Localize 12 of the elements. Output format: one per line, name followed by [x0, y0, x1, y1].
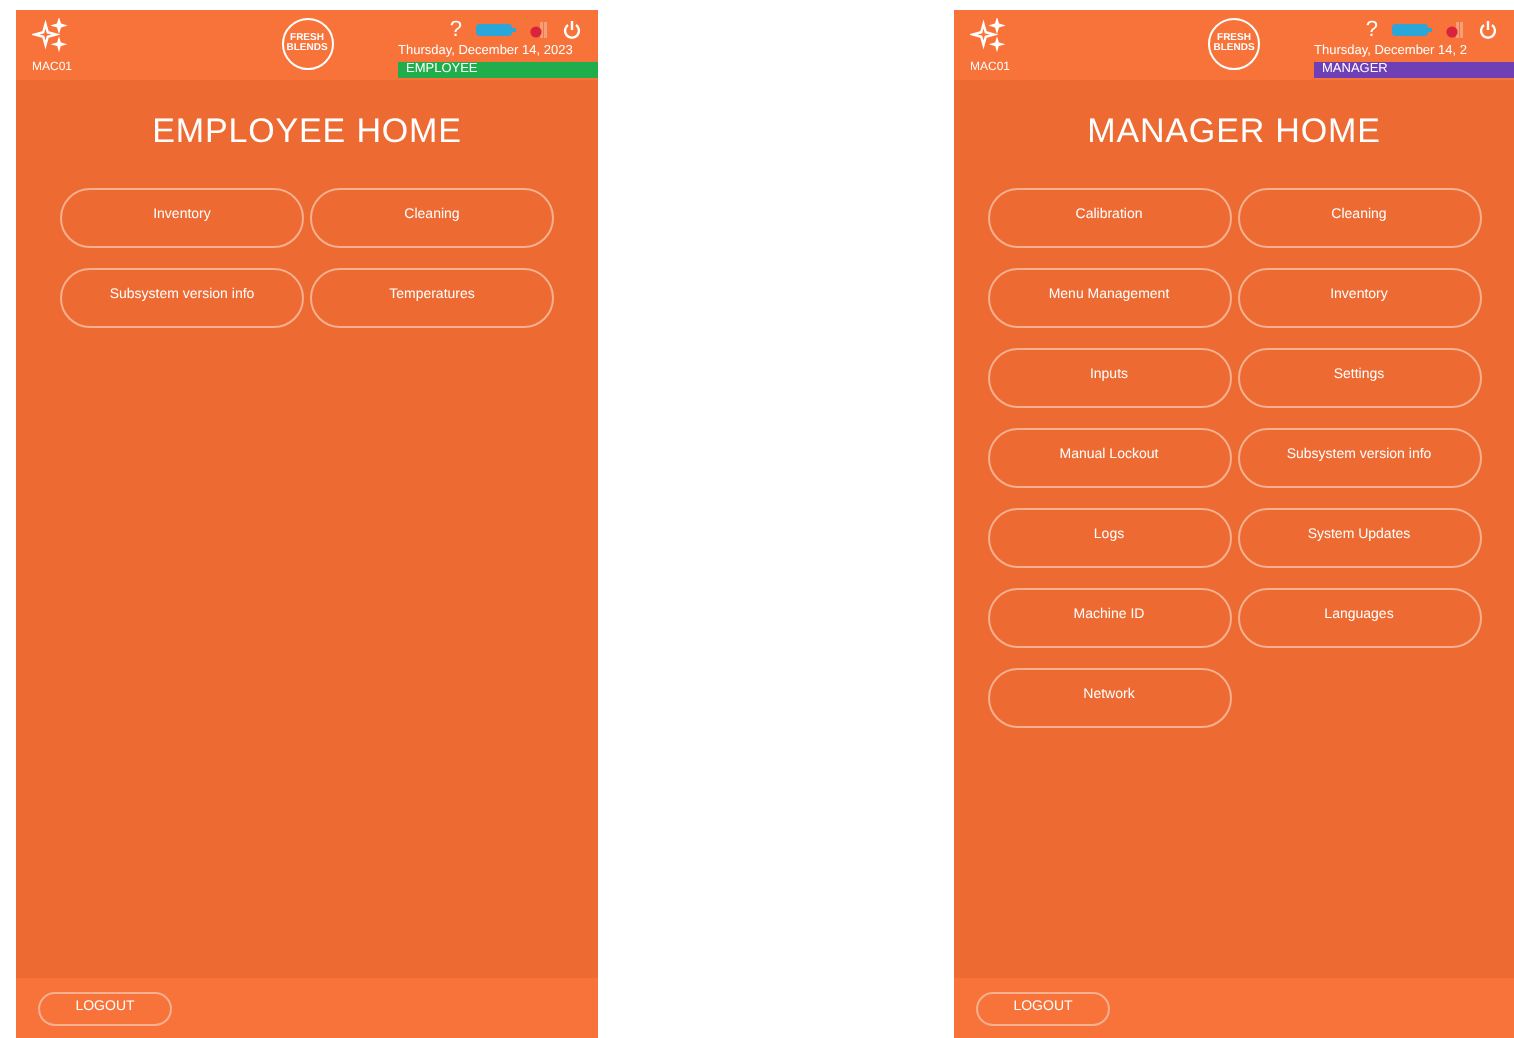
- help-button[interactable]: ?: [449, 19, 462, 41]
- help-button[interactable]: ?: [1365, 19, 1378, 41]
- sparkle-icon: [970, 18, 1006, 54]
- sparkle-icon: [32, 18, 68, 54]
- network-icon: [530, 22, 548, 38]
- page-title: MANAGER HOME: [1087, 110, 1381, 154]
- battery-icon: [476, 24, 516, 36]
- network-icon: [1446, 22, 1464, 38]
- page-title: EMPLOYEE HOME: [152, 110, 462, 154]
- battery-icon: [1392, 24, 1432, 36]
- power-icon[interactable]: [562, 20, 582, 40]
- power-icon[interactable]: [1478, 20, 1498, 40]
